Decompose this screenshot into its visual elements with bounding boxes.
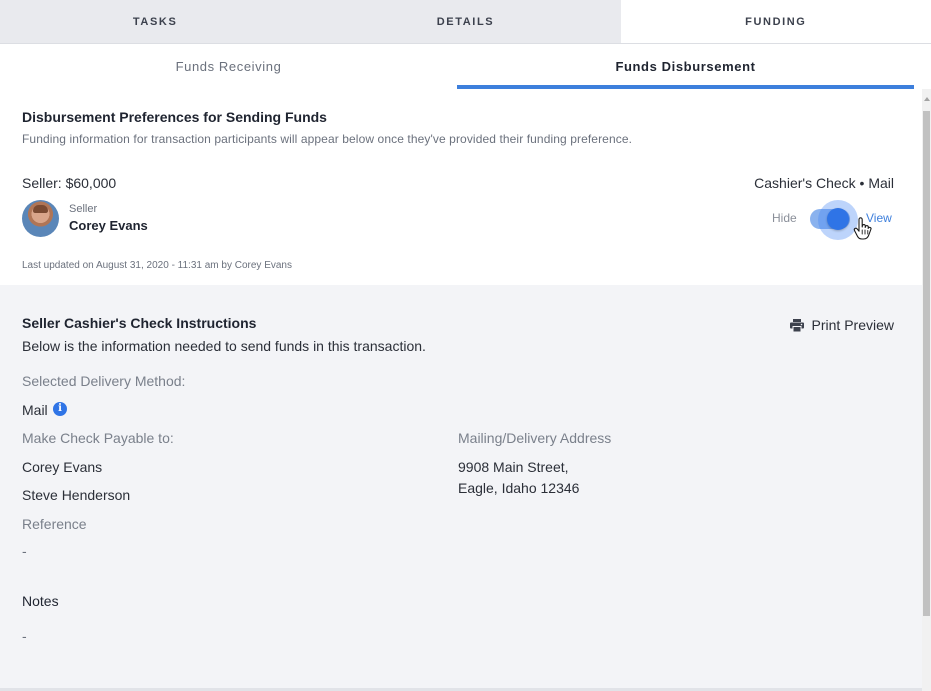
instructions-subtitle: Below is the information needed to send … — [22, 338, 426, 354]
toggle-knob[interactable] — [827, 208, 849, 230]
delivery-method-label: Selected Delivery Method: — [22, 373, 186, 389]
scrollbar[interactable] — [922, 89, 931, 691]
notes-label: Notes — [22, 593, 59, 609]
participant-role: Seller — [69, 203, 98, 215]
instructions-title: Seller Cashier's Check Instructions — [22, 315, 257, 331]
hand-cursor-icon — [853, 217, 872, 240]
hide-label[interactable]: Hide — [772, 211, 797, 225]
sub-tabs: Funds Receiving Funds Disbursement — [0, 44, 914, 89]
delivery-method-value: Mail — [22, 402, 48, 418]
reference-value: - — [22, 543, 27, 559]
check-instructions: Seller Cashier's Check Instructions Belo… — [0, 285, 922, 691]
avatar — [22, 200, 59, 237]
tab-funds-disbursement[interactable]: Funds Disbursement — [457, 44, 914, 89]
payable-to-label: Make Check Payable to: — [22, 430, 174, 446]
seller-amount: Seller: $60,000 — [22, 175, 117, 191]
preferences-subtitle: Funding information for transaction part… — [22, 132, 633, 146]
funding-method: Cashier's Check • Mail — [754, 175, 894, 191]
reference-label: Reference — [22, 516, 87, 532]
address-line-1: 9908 Main Street, — [458, 459, 569, 475]
disbursement-preferences: Disbursement Preferences for Sending Fun… — [0, 89, 922, 285]
tab-details[interactable]: DETAILS — [310, 0, 620, 43]
scrollbar-thumb[interactable] — [923, 111, 930, 616]
payee-name: Corey Evans — [22, 459, 103, 475]
info-icon[interactable]: i — [53, 402, 67, 416]
payee-name: Steve Henderson — [22, 487, 131, 503]
address-line-2: Eagle, Idaho 12346 — [458, 480, 580, 496]
print-preview-button[interactable]: Print Preview — [789, 317, 894, 333]
preferences-title: Disbursement Preferences for Sending Fun… — [22, 109, 327, 125]
participant-name: Corey Evans — [69, 218, 148, 233]
top-tabs: TASKS DETAILS FUNDING — [0, 0, 931, 44]
tab-funding[interactable]: FUNDING — [620, 0, 931, 43]
scroll-up-arrow[interactable] — [922, 89, 931, 111]
tab-tasks[interactable]: TASKS — [0, 0, 310, 43]
printer-icon — [789, 318, 804, 332]
last-updated-text: Last updated on August 31, 2020 - 11:31 … — [22, 260, 292, 271]
print-preview-label: Print Preview — [811, 317, 894, 333]
notes-value: - — [22, 628, 27, 644]
mailing-address-label: Mailing/Delivery Address — [458, 430, 612, 446]
tab-funds-receiving[interactable]: Funds Receiving — [0, 44, 457, 89]
